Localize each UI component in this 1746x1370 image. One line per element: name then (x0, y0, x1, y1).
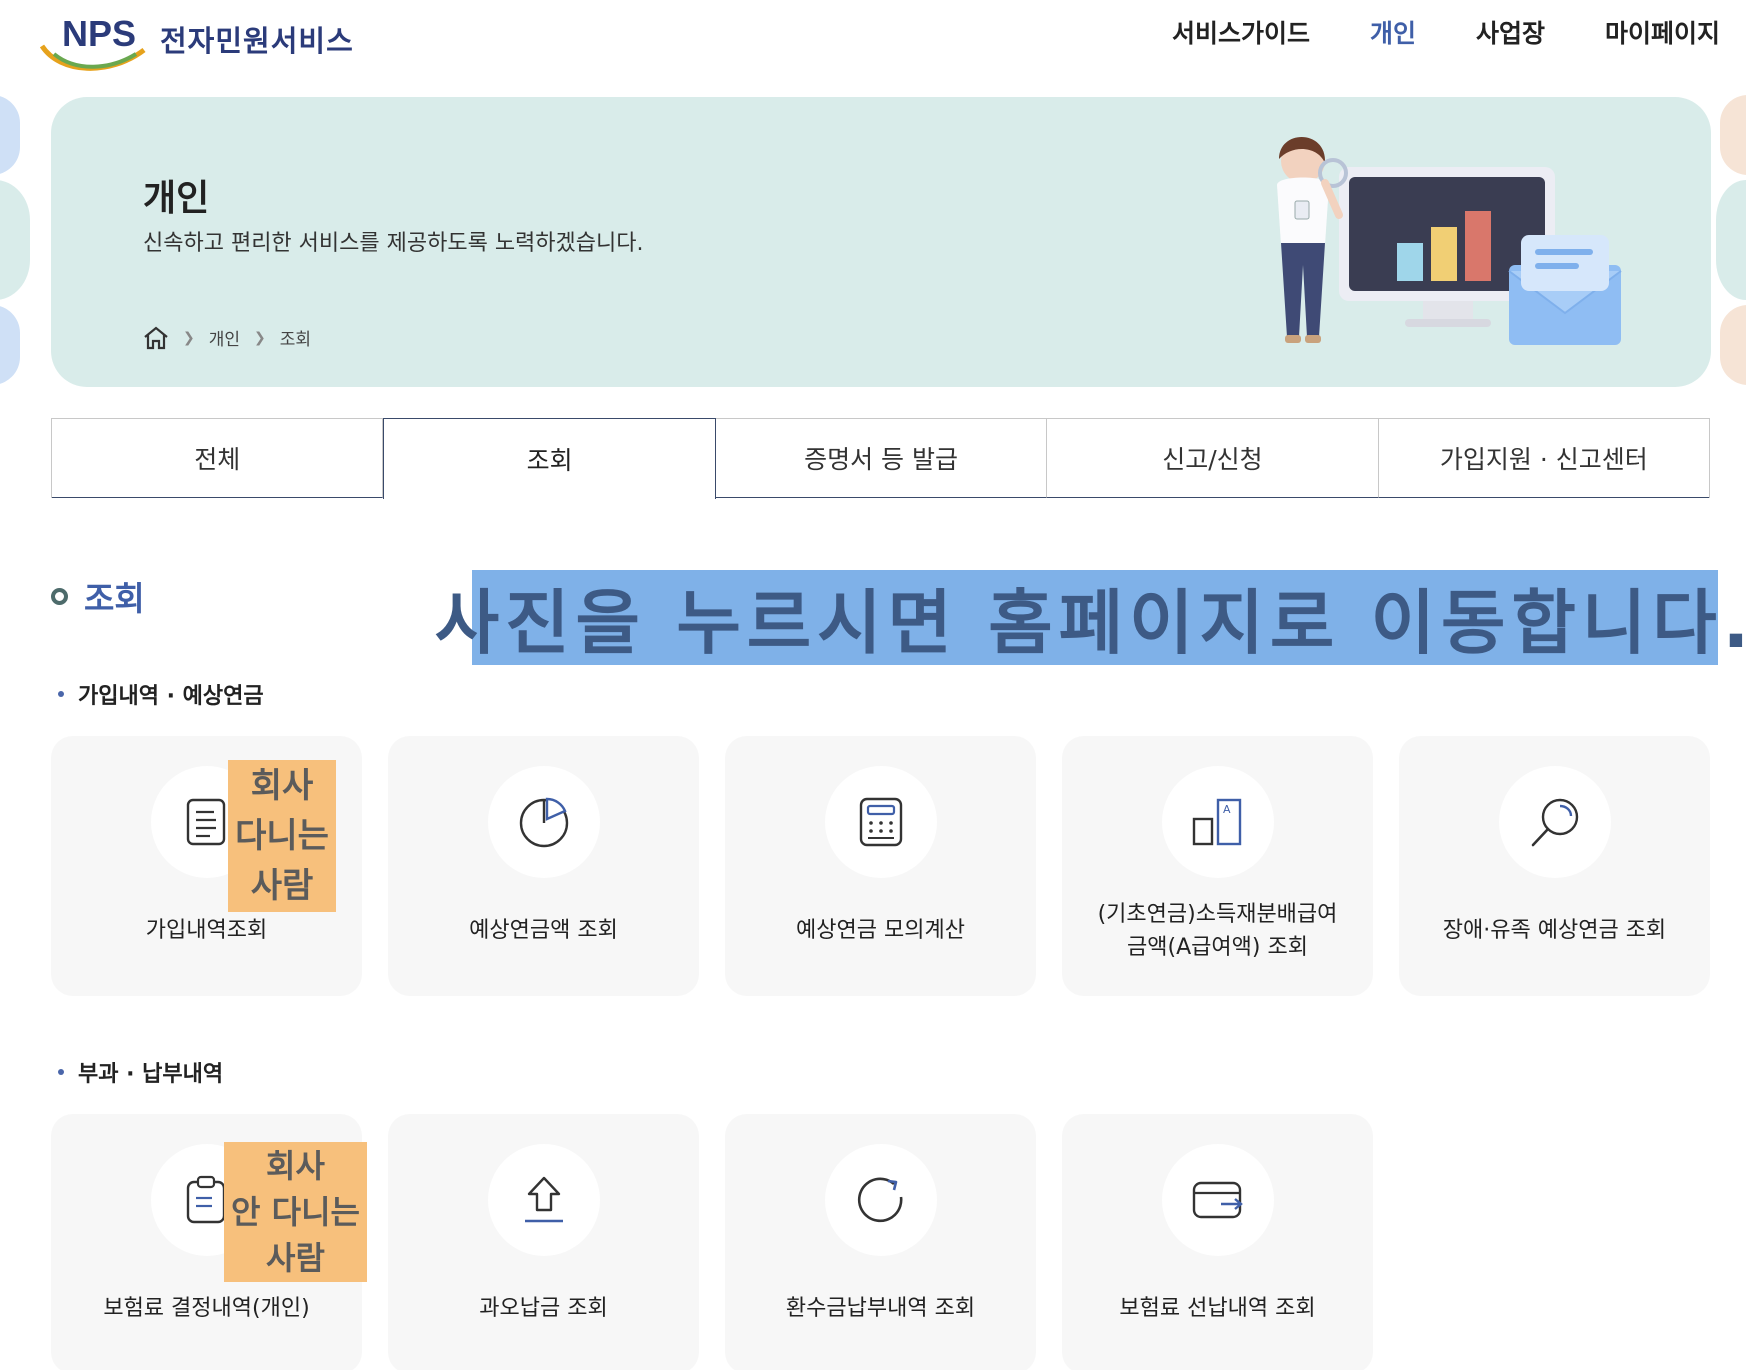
sticker-not-employed: 회사 안 다니는 사람 (224, 1142, 367, 1282)
card-icon-wrap (1162, 1144, 1274, 1256)
tab-certificate[interactable]: 증명서 등 발급 (715, 419, 1048, 498)
breadcrumb: ❯ 개인 ❯ 조회 (143, 325, 311, 350)
card-icon-wrap (1499, 766, 1611, 878)
bullet-dot-icon (58, 1069, 64, 1075)
bullet-dot-icon (58, 691, 64, 697)
card-label-line1: (기초연금)소득재분배급여 (1097, 902, 1338, 927)
breadcrumb-item-inquiry[interactable]: 조회 (280, 325, 311, 350)
sticker-line: 안 다니는 (231, 1193, 360, 1231)
banner-illustration (1277, 136, 1622, 345)
card-label: 예상연금 모의계산 (796, 918, 965, 943)
section-header: 조회 (51, 572, 145, 620)
compare-bars-icon: A (1192, 798, 1242, 846)
card-premium-prepayment[interactable]: 보험료 선납내역 조회 (1062, 1114, 1373, 1370)
nav-mypage[interactable]: 마이페이지 (1605, 14, 1720, 50)
calculator-icon (859, 797, 903, 847)
document-list-icon (186, 798, 226, 846)
card-label: 과오납금 조회 (479, 1296, 608, 1321)
card-label: 보험료 선납내역 조회 (1119, 1296, 1316, 1321)
hero-banner: 개인 신속하고 편리한 서비스를 제공하도록 노력하겠습니다. ❯ 개인 ❯ 조… (51, 97, 1711, 387)
card-label: 가입내역조회 (145, 918, 268, 943)
refresh-icon (857, 1177, 903, 1223)
upload-arrow-icon (525, 1176, 563, 1223)
nps-logo-icon: NPS (40, 13, 146, 71)
pie-chart-icon (519, 797, 569, 848)
page-title: 개인 (143, 178, 210, 219)
right-decoration (1716, 95, 1746, 385)
tab-support-center[interactable]: 가입지원 · 신고센터 (1378, 419, 1710, 498)
logo-text: 전자민원서비스 (160, 24, 354, 58)
card-icon-wrap (488, 1144, 600, 1256)
nps-logo[interactable]: NPS 전자민원서비스 (40, 10, 360, 72)
card-overpayment[interactable]: 과오납금 조회 (388, 1114, 699, 1370)
category-tabs: 전체 조회 증명서 등 발급 신고/신청 가입지원 · 신고센터 (51, 418, 1710, 499)
svg-text:A: A (1223, 803, 1231, 816)
card-label-line2: 금액(A급여액) 조회 (1127, 935, 1308, 960)
card-icon-wrap (825, 766, 937, 878)
left-decoration (0, 96, 30, 384)
notice-text: 사진을 누르시면 홈페이지로 이동합니다. (434, 582, 1746, 664)
tab-inquiry[interactable]: 조회 (383, 418, 716, 499)
sticker-employed: 회사 다니는 사람 (228, 760, 336, 912)
sticker-line: 회사 (250, 766, 314, 806)
group-heading-levy-payment: 부과 · 납부내역 (58, 1056, 223, 1088)
sticker-line: 사람 (266, 1239, 325, 1277)
magnifier-icon (1531, 798, 1579, 847)
group-heading-enrollment: 가입내역 · 예상연금 (58, 678, 264, 710)
group-title: 부과 · 납부내역 (78, 1062, 224, 1087)
chevron-right-icon: ❯ (254, 329, 266, 346)
page-subtitle: 신속하고 편리한 서비스를 제공하도록 노력하겠습니다. (143, 231, 644, 256)
wallet-icon (1192, 1181, 1243, 1219)
card-label: 장애·유족 예상연금 조회 (1442, 918, 1667, 943)
chevron-right-icon: ❯ (183, 329, 195, 346)
card-basic-pension-a-amount[interactable]: A (기초연금)소득재분배급여 금액(A급여액) 조회 (1062, 736, 1373, 996)
sticker-line: 사람 (250, 866, 314, 906)
notice-banner: 사진을 누르시면 홈페이지로 이동합니다. (435, 570, 1746, 665)
card-pension-simulation[interactable]: 예상연금 모의계산 (725, 736, 1036, 996)
nav-business[interactable]: 사업장 (1476, 14, 1545, 50)
card-label: 보험료 결정내역(개인) (103, 1296, 310, 1321)
breadcrumb-item-personal[interactable]: 개인 (209, 325, 240, 350)
tab-report-apply[interactable]: 신고/신청 (1047, 419, 1379, 498)
ring-bullet-icon (51, 587, 68, 605)
card-icon-wrap (825, 1144, 937, 1256)
nav-personal[interactable]: 개인 (1370, 14, 1416, 50)
tab-all[interactable]: 전체 (52, 419, 384, 498)
group-title: 가입내역 · 예상연금 (78, 684, 264, 709)
nav-service-guide[interactable]: 서비스가이드 (1172, 14, 1310, 50)
card-label: 환수금납부내역 조회 (785, 1296, 976, 1321)
card-icon-wrap: A (1162, 766, 1274, 878)
home-icon[interactable] (143, 326, 169, 350)
card-disability-survivor-pension[interactable]: 장애·유족 예상연금 조회 (1399, 736, 1710, 996)
section-title: 조회 (84, 579, 145, 618)
global-nav: 서비스가이드 개인 사업장 마이페이지 (1112, 14, 1720, 50)
card-icon-wrap (488, 766, 600, 878)
sticker-line: 회사 (266, 1147, 325, 1185)
site-header: NPS 전자민원서비스 서비스가이드 개인 사업장 마이페이지 (0, 0, 1746, 84)
card-label: 예상연금액 조회 (469, 918, 618, 943)
card-refund-payment[interactable]: 환수금납부내역 조회 (725, 1114, 1036, 1370)
card-label: (기초연금)소득재분배급여 금액(A급여액) 조회 (1072, 898, 1363, 964)
logo-mark-text: NPS (62, 13, 136, 54)
card-expected-pension[interactable]: 예상연금액 조회 (388, 736, 699, 996)
sticker-line: 다니는 (235, 816, 329, 856)
